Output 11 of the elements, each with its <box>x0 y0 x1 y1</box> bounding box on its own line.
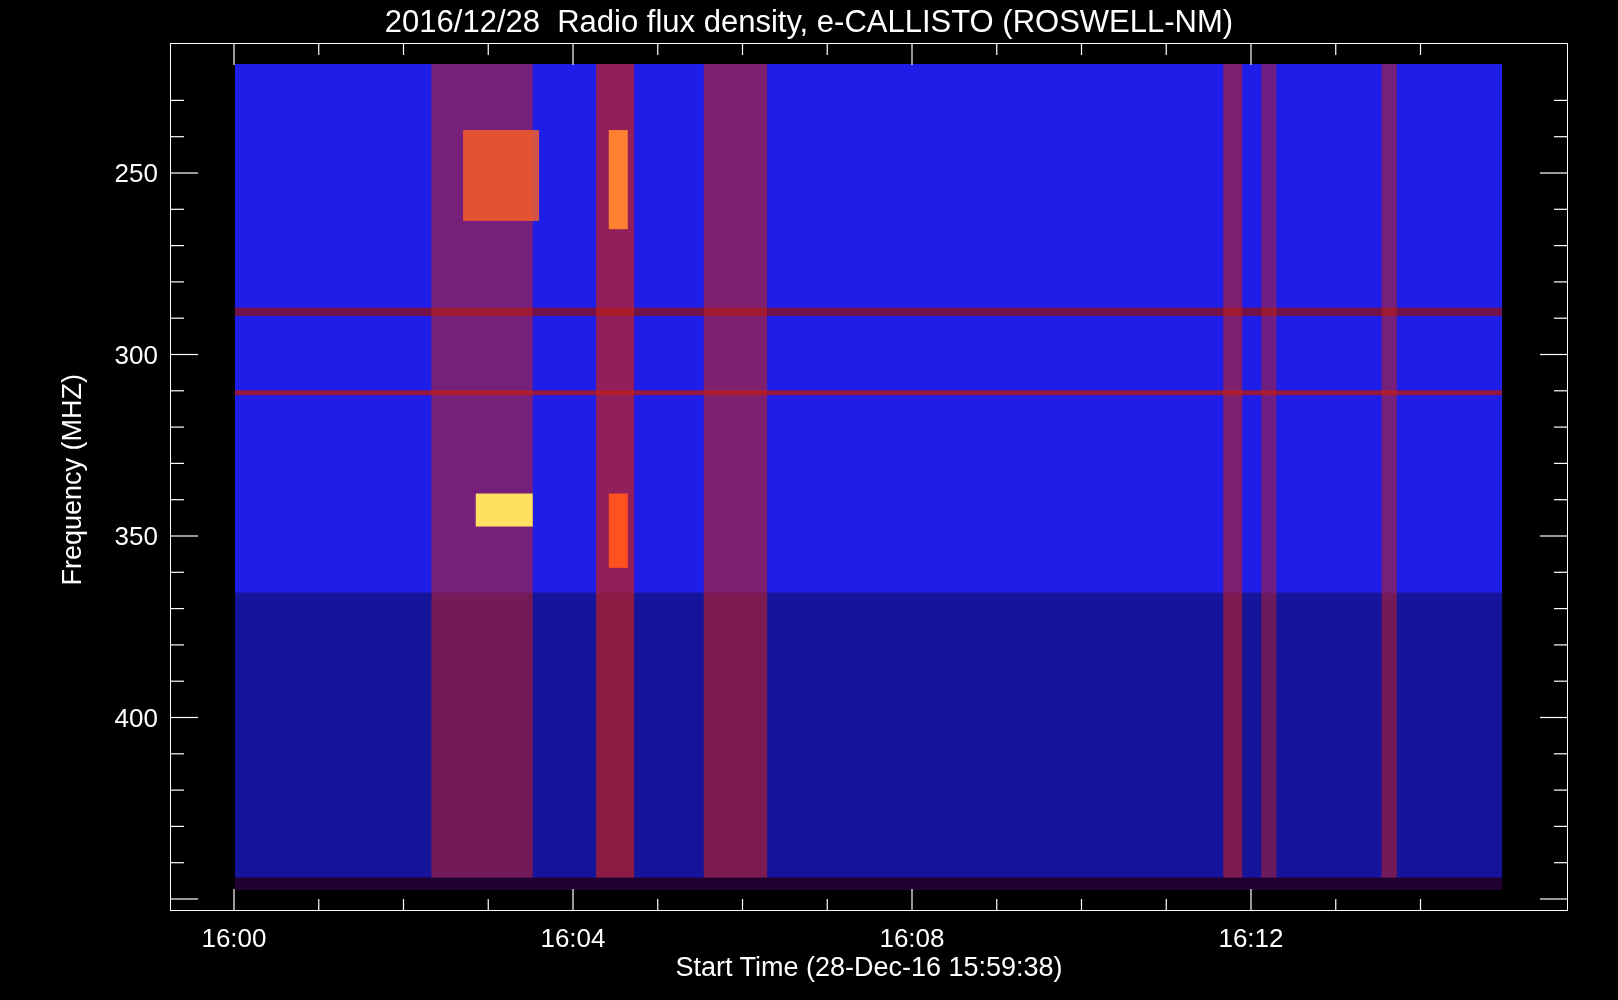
y-axis-label: Frequency (MHZ) <box>56 374 88 586</box>
y-tick-label: 300 <box>113 339 158 370</box>
y-tick-label: 400 <box>113 702 158 733</box>
x-tick-label: 16:12 <box>1217 923 1285 953</box>
y-tick-label: 250 <box>113 158 158 188</box>
x-tick-label: 16:04 <box>539 923 607 953</box>
y-tick-label: 350 <box>113 521 158 551</box>
x-tick-label: 16:08 <box>878 923 946 953</box>
x-axis-label: Start Time (28-Dec-16 15:59:38) <box>674 951 1064 984</box>
x-tick-label: 16:00 <box>200 923 268 953</box>
chart-title: 2016/12/28 Radio flux density, e-CALLISTO (ROSWELL-NM) <box>383 3 1235 41</box>
